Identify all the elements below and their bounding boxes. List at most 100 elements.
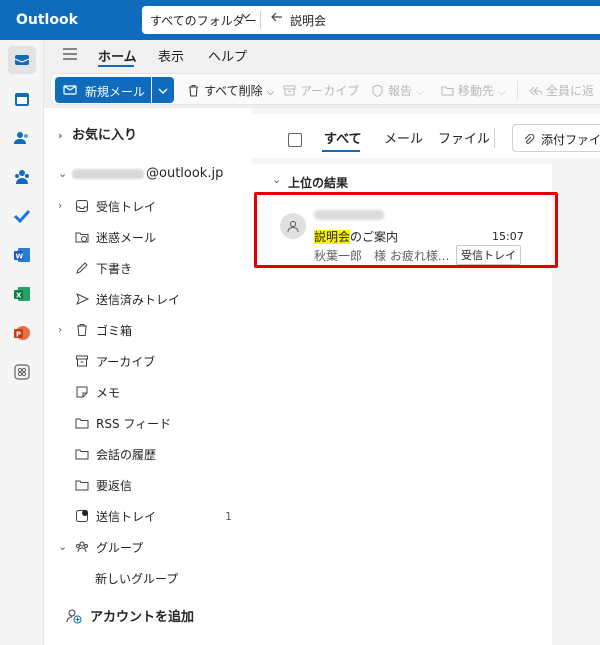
filter-mail-tab[interactable]: メール xyxy=(384,128,423,147)
trash-icon xyxy=(72,323,92,337)
divider xyxy=(260,11,261,29)
svg-text:W: W xyxy=(16,253,24,261)
folder-item-rss[interactable]: RSS フィード xyxy=(58,413,246,433)
folder-item-archive[interactable]: アーカイブ xyxy=(58,351,246,371)
powerpoint-icon[interactable]: P xyxy=(8,319,36,347)
folder-label: 会話の履歴 xyxy=(96,447,157,462)
chevron-down-icon[interactable]: ⌄ xyxy=(272,173,281,186)
folder-label: 送信済みトレイ xyxy=(96,292,181,307)
folder-pane: › お気に入り ⌄ @outlook.jp › 受信トレイ 迷惑メール 下書き 送信… xyxy=(44,108,250,645)
chevron-down-icon: ⌄ xyxy=(58,167,68,180)
folder-item-drafts[interactable]: 下書き xyxy=(58,258,246,278)
hamburger-icon[interactable] xyxy=(62,46,78,65)
envelope-icon xyxy=(63,85,77,95)
chevron-right-icon: › xyxy=(58,129,63,142)
folder-item-inbox[interactable]: › 受信トレイ xyxy=(58,196,246,216)
note-icon xyxy=(72,385,92,399)
reply-all-button[interactable]: 全員に返 xyxy=(529,82,594,99)
new-group-link[interactable]: 新しいグループ xyxy=(95,570,178,587)
folder-label: 下書き xyxy=(96,261,133,276)
move-to-button[interactable]: 移動先 ⌵ xyxy=(441,82,506,99)
account-header[interactable]: ⌄ @outlook.jp xyxy=(58,166,223,181)
calendar-icon[interactable] xyxy=(8,85,36,113)
people-icon[interactable] xyxy=(8,124,36,152)
filter-all-tab[interactable]: すべて xyxy=(324,128,362,147)
filter-files-tab[interactable]: ファイル xyxy=(438,128,490,147)
folder-label: 受信トレイ xyxy=(96,199,157,214)
select-all-checkbox[interactable] xyxy=(288,133,302,147)
archive-icon xyxy=(72,354,92,368)
folder-item-groups[interactable]: ⌄ グループ xyxy=(58,537,246,557)
report-label: 報告 xyxy=(388,84,413,98)
groups-icon[interactable] xyxy=(8,163,36,191)
add-account-label: アカウントを追加 xyxy=(90,610,195,625)
chevron-down-icon: ⌄ xyxy=(58,540,68,553)
folder-label: 迷惑メール xyxy=(96,230,157,245)
message-list-pane: すべて メール ファイル 添付ファイ ⌄ 上位の結果 説明会のご案内 15:07… xyxy=(252,108,600,645)
section-title: 上位の結果 xyxy=(288,176,349,190)
attachment-filter-label: 添付ファイ xyxy=(541,133,600,147)
outbox-icon xyxy=(72,509,92,523)
divider xyxy=(517,81,518,99)
folder-label: ゴミ箱 xyxy=(96,323,133,338)
tab-help[interactable]: ヘルプ xyxy=(208,46,247,65)
folder-icon xyxy=(72,447,92,461)
chevron-down-icon xyxy=(158,88,168,94)
folder-label: 要返信 xyxy=(96,478,133,493)
attachment-filter-button[interactable]: 添付ファイ xyxy=(512,124,600,152)
new-mail-label: 新規メール xyxy=(85,85,146,99)
folder-icon xyxy=(72,478,92,492)
add-person-icon xyxy=(66,609,82,623)
delete-all-button[interactable]: すべて削除 ⌵ xyxy=(187,82,274,99)
account-domain: @outlook.jp xyxy=(146,166,224,181)
more-apps-icon[interactable] xyxy=(8,358,36,386)
sent-icon xyxy=(72,292,92,306)
active-filter-indicator xyxy=(322,150,360,152)
chevron-right-icon: › xyxy=(58,199,63,212)
svg-text:P: P xyxy=(16,331,21,339)
svg-text:X: X xyxy=(16,292,22,300)
filter-bar: すべて メール ファイル 添付ファイ xyxy=(252,114,600,158)
search-input[interactable]: 説明会 xyxy=(290,12,326,29)
folder-item-sent[interactable]: 送信済みトレイ xyxy=(58,289,246,309)
todo-icon[interactable] xyxy=(8,202,36,230)
folder-item-notes[interactable]: メモ xyxy=(58,382,246,402)
ribbon-tabs: ホーム 表示 ヘルプ xyxy=(44,40,600,70)
redacted-email-local xyxy=(72,168,144,179)
word-icon[interactable]: W xyxy=(8,241,36,269)
folder-icon xyxy=(72,416,92,430)
folder-item-trash[interactable]: › ゴミ箱 xyxy=(58,320,246,340)
tab-view[interactable]: 表示 xyxy=(158,46,184,65)
search-box[interactable]: すべてのフォルダー 説明会 xyxy=(142,6,600,34)
reply-all-label: 全員に返 xyxy=(546,84,595,98)
mail-icon[interactable] xyxy=(8,46,36,74)
new-mail-dropdown[interactable] xyxy=(152,77,174,103)
excel-icon[interactable]: X xyxy=(8,280,36,308)
folder-item-reply-needed[interactable]: 要返信 xyxy=(58,475,246,495)
top-bar: Outlook すべてのフォルダー 説明会 xyxy=(0,0,600,40)
delete-all-label: すべて削除 xyxy=(204,84,263,98)
folder-item-conversation-history[interactable]: 会話の履歴 xyxy=(58,444,246,464)
archive-icon xyxy=(283,85,296,96)
new-mail-button[interactable]: 新規メール xyxy=(55,77,151,103)
back-arrow-icon[interactable] xyxy=(270,10,284,28)
chevron-down-icon[interactable] xyxy=(240,10,252,25)
tab-home[interactable]: ホーム xyxy=(98,46,137,65)
draft-icon xyxy=(72,261,92,275)
archive-button[interactable]: アーカイブ xyxy=(283,82,359,99)
junk-icon xyxy=(72,230,92,244)
app-title[interactable]: Outlook xyxy=(16,12,78,28)
paperclip-icon xyxy=(524,133,535,144)
divider xyxy=(494,128,495,148)
folder-item-outbox[interactable]: 送信トレイ 1 xyxy=(58,506,246,526)
move-folder-icon xyxy=(441,86,454,96)
folder-item-junk[interactable]: 迷惑メール xyxy=(58,227,246,247)
search-results: ⌄ 上位の結果 説明会のご案内 15:07 秋葉一郎 様 お疲れ様... 受信ト… xyxy=(252,164,558,645)
report-button[interactable]: 報告 ⌵ xyxy=(371,82,424,99)
add-account-button[interactable]: アカウントを追加 xyxy=(66,606,194,625)
inbox-icon xyxy=(72,199,92,213)
favorites-label: お気に入り xyxy=(72,128,138,143)
active-tab-indicator xyxy=(98,65,134,67)
trash-icon xyxy=(189,84,198,97)
favorites-header[interactable]: › お気に入り xyxy=(58,124,137,143)
